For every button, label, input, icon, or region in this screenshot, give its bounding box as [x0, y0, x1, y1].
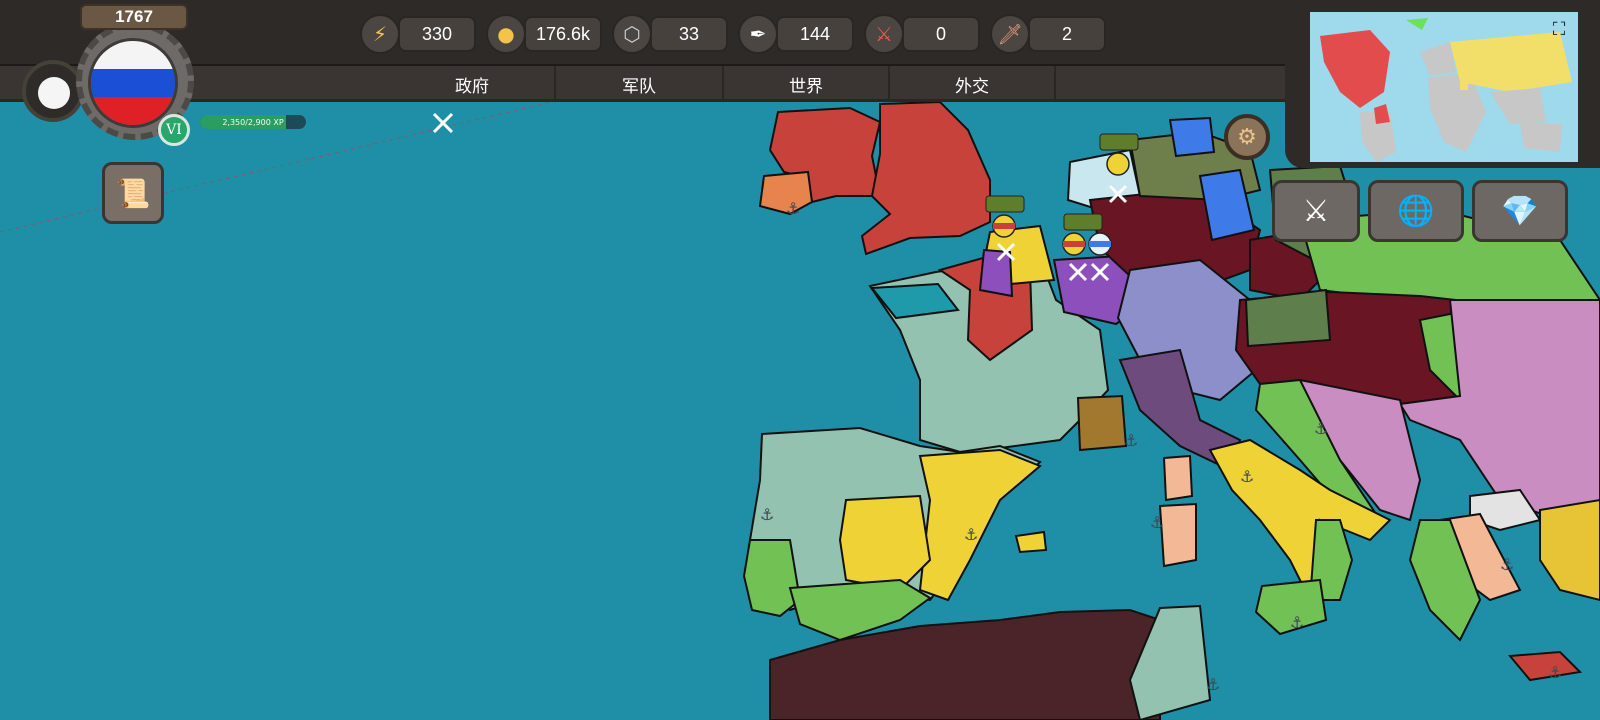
toggle-knob: [38, 77, 70, 109]
resource-power-value: 330: [398, 16, 476, 52]
diamond-icon: 💎: [1501, 193, 1539, 229]
sword-icon: 🗡: [990, 14, 1030, 54]
scroll-icon: 📜: [115, 176, 151, 210]
tab-army[interactable]: 军队: [556, 66, 724, 102]
resource-gold-value: 176.6k: [524, 16, 602, 52]
scroll-button[interactable]: 📜: [102, 162, 164, 224]
region-sardinia[interactable]: [1158, 502, 1197, 568]
region-picardy[interactable]: [978, 248, 1014, 298]
sword-icon: ⚔: [1302, 193, 1330, 229]
resource-diplomacy[interactable]: ✒ 144: [738, 12, 858, 56]
xp-text: 2,350/2,900 XP: [222, 117, 284, 127]
svg-text:⚓: ⚓: [760, 505, 774, 524]
svg-text:⚓: ⚓: [1290, 613, 1304, 632]
svg-text:⚓: ⚓: [1150, 513, 1164, 532]
region-corsica[interactable]: [1162, 454, 1194, 502]
game-screen: ⚓ ⚓ ⚓ ⚓ ⚓ ⚓ ⚓ ⚓ ⚓ ⚓ ⚓ ⚡ 330 ● 176.6k ⬡ 3…: [0, 0, 1600, 720]
year-banner: 1767: [80, 4, 188, 30]
region-bohemia[interactable]: [1244, 288, 1332, 348]
settings-gear-icon[interactable]: ⚙: [1224, 114, 1270, 160]
xp-bar: 2,350/2,900 XP: [200, 115, 306, 129]
menu-toggle[interactable]: [22, 60, 84, 122]
region-portugal[interactable]: [742, 539, 802, 618]
premium-button[interactable]: 💎: [1472, 180, 1568, 242]
resource-gold[interactable]: ● 176.6k: [486, 12, 606, 56]
tab-government[interactable]: 政府: [390, 66, 556, 102]
svg-text:⚓: ⚓: [1206, 675, 1220, 694]
resource-armies-value: 2: [1028, 16, 1106, 52]
rank-badge: VI: [158, 114, 190, 146]
quill-icon: ✒: [738, 14, 778, 54]
tab-world[interactable]: 世界: [724, 66, 890, 102]
world-button[interactable]: 🌐: [1368, 180, 1464, 242]
svg-text:⚓: ⚓: [1500, 555, 1514, 574]
resource-wars-value: 0: [902, 16, 980, 52]
resource-manpower[interactable]: ⬡ 33: [612, 12, 732, 56]
tab-diplomacy[interactable]: 外交: [890, 66, 1056, 102]
player-flag-avatar[interactable]: [88, 38, 178, 128]
region-baleares[interactable]: [1014, 530, 1048, 554]
resource-manpower-value: 33: [650, 16, 728, 52]
resource-power[interactable]: ⚡ 330: [360, 12, 480, 56]
resource-wars[interactable]: ⚔ 0: [864, 12, 984, 56]
region-denmark[interactable]: [1168, 116, 1216, 158]
svg-text:⚓: ⚓: [1240, 467, 1254, 486]
svg-text:⚓: ⚓: [964, 525, 978, 544]
resource-diplomacy-value: 144: [776, 16, 854, 52]
globe-icon: 🌐: [1397, 193, 1435, 229]
manpower-icon: ⬡: [612, 14, 652, 54]
expand-icon[interactable]: ⛶: [1548, 18, 1570, 40]
svg-text:⚓: ⚓: [1124, 431, 1138, 450]
gold-coins-icon: ●: [486, 14, 526, 54]
minimap[interactable]: [1310, 12, 1578, 162]
crossed-swords-icon: ⚔: [864, 14, 904, 54]
svg-text:⚓: ⚓: [1314, 419, 1328, 438]
region-savoy[interactable]: [1076, 394, 1128, 452]
lightning-icon: ⚡: [360, 14, 400, 54]
war-button[interactable]: ⚔: [1272, 180, 1360, 242]
resource-armies[interactable]: 🗡 2: [990, 12, 1110, 56]
svg-text:⚓: ⚓: [786, 199, 800, 218]
svg-text:⚓: ⚓: [1548, 663, 1562, 682]
